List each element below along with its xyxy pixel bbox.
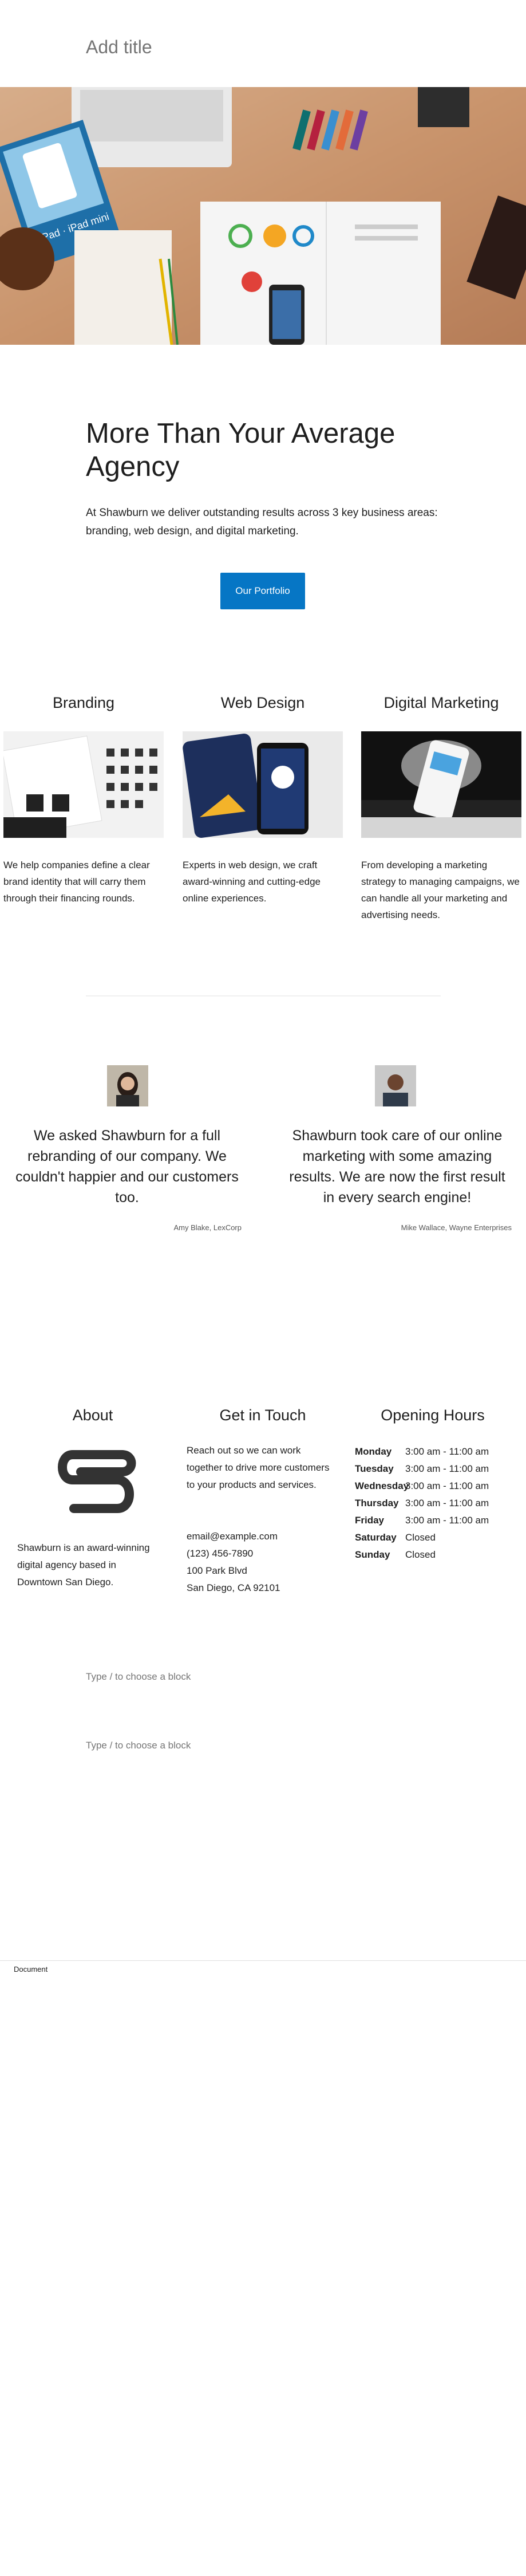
phone-icon xyxy=(269,285,304,345)
hero-image[interactable]: iPad · iPad mini xyxy=(0,87,526,345)
hours-row: Monday 3:00 am - 11:00 am xyxy=(355,1446,489,1457)
block-placeholder-1[interactable]: Type / to choose a block xyxy=(86,1671,191,1683)
hours-row: Sunday Closed xyxy=(355,1549,436,1560)
web-design-image[interactable] xyxy=(183,731,343,838)
hours-row: Wednesday3:00 am - 11:00 am xyxy=(355,1480,489,1491)
about-text: Shawburn is an award-winning digital age… xyxy=(17,1542,150,1588)
about-title: About xyxy=(72,1407,113,1424)
digital-marketing-image[interactable] xyxy=(361,731,521,838)
hours-row: Tuesday 3:00 am - 11:00 am xyxy=(355,1463,489,1474)
editor-footer-divider xyxy=(0,1960,526,1961)
testimonial-cite-1: Amy Blake, LexCorp xyxy=(173,1223,242,1232)
service-title-branding: Branding xyxy=(52,694,115,711)
contact-address-line-1: 100 Park Blvd xyxy=(187,1565,247,1576)
hours-title: Opening Hours xyxy=(381,1407,485,1424)
avatar-mike-wallace[interactable] xyxy=(375,1065,416,1106)
hours-row: Thursday 3:00 am - 11:00 am xyxy=(355,1498,489,1508)
post-title-input[interactable]: Add title xyxy=(86,37,152,58)
intro-text: At Shawburn we deliver outstanding resul… xyxy=(86,507,438,537)
testimonial-quote-1: We asked Shawburn for a full rebranding … xyxy=(15,1128,239,1206)
keyboard-icon xyxy=(72,87,232,167)
block-placeholder-2[interactable]: Type / to choose a block xyxy=(86,1740,191,1751)
notebook-icon xyxy=(74,230,172,345)
service-text-web-design: Experts in web design, we craft award-wi… xyxy=(183,860,321,904)
headline: More Than Your Average Agency xyxy=(86,418,396,482)
magazine-icon xyxy=(200,202,441,345)
contact-text: Reach out so we can work together to dri… xyxy=(187,1445,330,1490)
testimonial-quote-2: Shawburn took care of our online marketi… xyxy=(289,1128,505,1206)
paperclip-logo-icon[interactable] xyxy=(49,1442,140,1525)
separator xyxy=(86,995,441,996)
portfolio-button[interactable]: Our Portfolio xyxy=(220,573,305,609)
service-text-branding: We help companies define a clear brand i… xyxy=(3,860,150,904)
contact-address-line-2: San Diego, CA 92101 xyxy=(187,1582,280,1593)
testimonial-cite-2: Mike Wallace, Wayne Enterprises xyxy=(401,1223,512,1232)
service-title-web-design: Web Design xyxy=(220,694,305,711)
contact-phone[interactable]: (123) 456-7890 xyxy=(187,1545,253,1562)
contact-email[interactable]: email@example.com xyxy=(187,1528,278,1545)
breadcrumb-document[interactable]: Document xyxy=(14,1965,48,1974)
hours-row: Saturday Closed xyxy=(355,1532,436,1543)
contact-title: Get in Touch xyxy=(219,1407,306,1424)
service-text-digital-marketing: From developing a marketing strategy to … xyxy=(361,860,520,920)
hours-row: Friday 3:00 am - 11:00 am xyxy=(355,1515,489,1526)
service-title-digital-marketing: Digital Marketing xyxy=(383,694,499,711)
avatar-amy-blake[interactable] xyxy=(107,1065,148,1106)
branding-image[interactable] xyxy=(3,731,164,838)
opening-hours-list: Monday 3:00 am - 11:00 am Tuesday 3:00 am … xyxy=(355,1443,489,1563)
